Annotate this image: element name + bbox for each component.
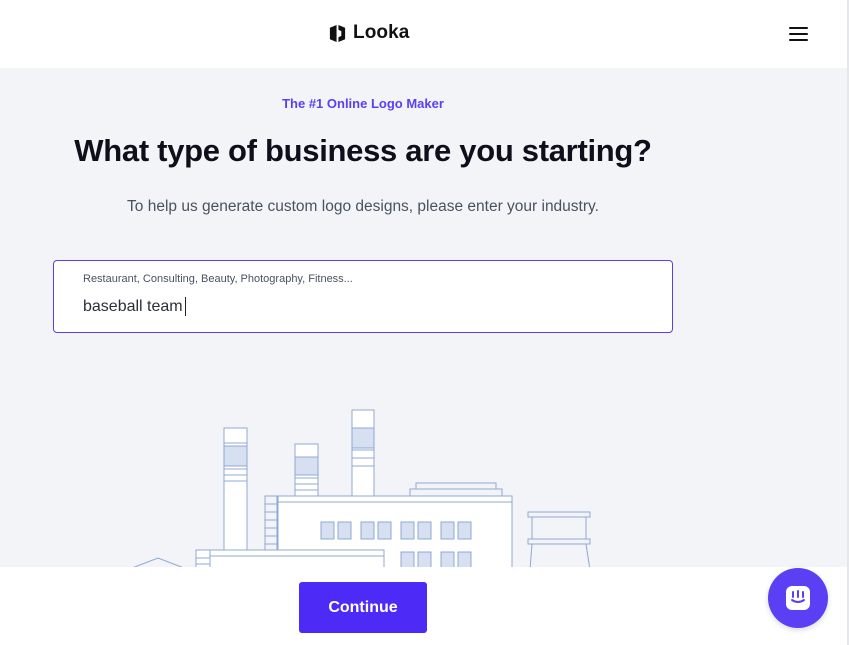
industry-input-value: baseball team: [83, 297, 183, 315]
top-header: Looka: [0, 0, 849, 68]
hamburger-menu-icon[interactable]: [784, 22, 812, 46]
brand-logo[interactable]: Looka: [328, 22, 409, 44]
continue-button[interactable]: Continue: [299, 582, 427, 633]
industry-field[interactable]: Restaurant, Consulting, Beauty, Photogra…: [53, 260, 673, 333]
chat-launcher-button[interactable]: [768, 568, 828, 628]
tagline: The #1 Online Logo Maker: [282, 96, 444, 111]
looka-logo-icon: [329, 24, 346, 42]
brand-name: Looka: [353, 22, 410, 43]
page-title: What type of business are you starting?: [74, 133, 652, 168]
text-caret: [184, 297, 186, 316]
page-subtitle: To help us generate custom logo designs,…: [127, 198, 599, 215]
chat-icon: [786, 586, 810, 610]
industry-input[interactable]: baseball team: [83, 297, 643, 316]
industry-field-label: Restaurant, Consulting, Beauty, Photogra…: [83, 273, 353, 285]
factory-illustration: [131, 409, 591, 570]
